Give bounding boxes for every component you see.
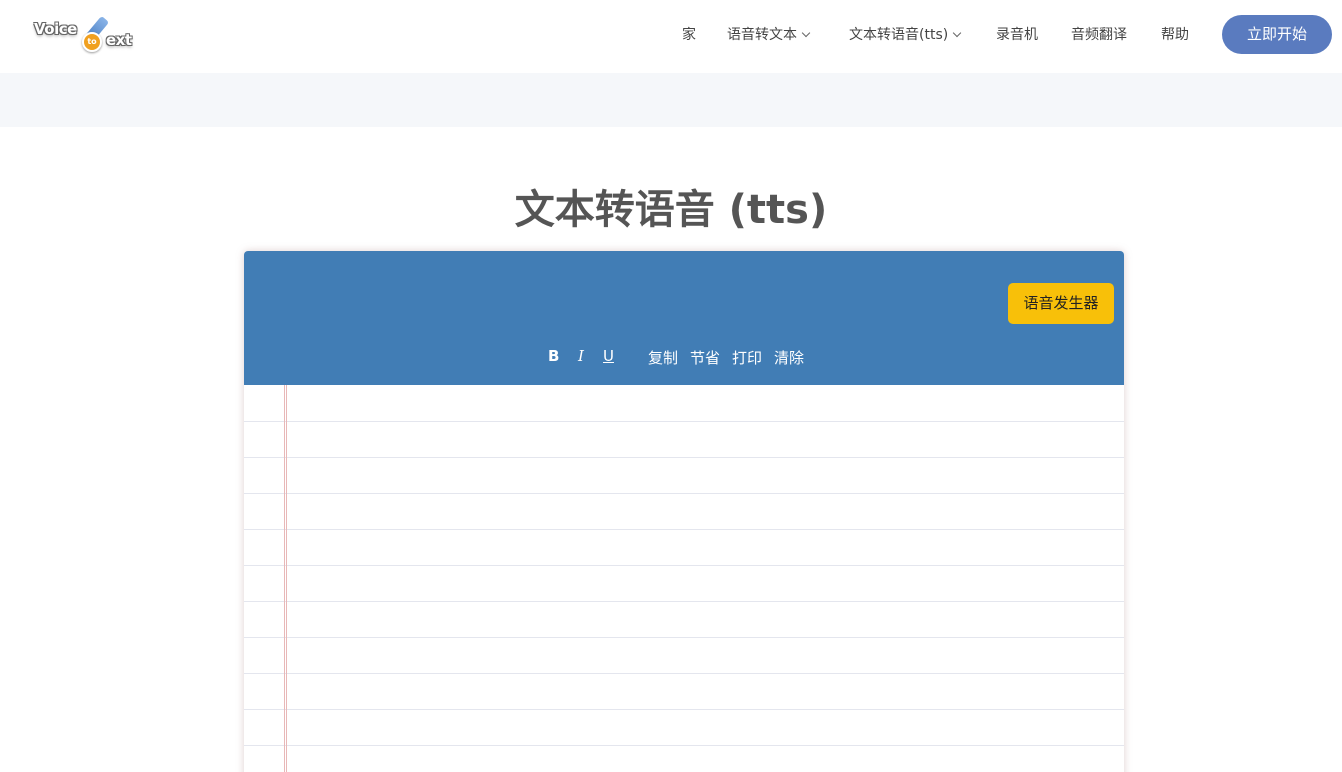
top-navbar: Voice to ext 家 语音转文本 文本转语音(tts) 录音机 音频翻译… [0, 0, 1342, 73]
italic-button[interactable]: I [578, 347, 584, 365]
editor-toolbar: 语音发生器 B I U 复制 节省 打印 清除 [244, 251, 1124, 385]
notebook-margin-line [284, 385, 287, 772]
logo-badge: to [82, 32, 102, 52]
nav-item-recorder[interactable]: 录音机 [996, 24, 1038, 44]
logo-word-ext: ext [106, 31, 132, 49]
text-area[interactable] [244, 385, 1124, 772]
nav-item-home[interactable]: 家 [682, 24, 696, 44]
copy-button[interactable]: 复制 [648, 347, 678, 368]
nav-item-help[interactable]: 帮助 [1161, 24, 1189, 44]
nav-item-label: 语音转文本 [727, 27, 797, 43]
clear-button[interactable]: 清除 [774, 347, 804, 368]
underline-button[interactable]: U [603, 347, 614, 365]
chevron-down-icon [801, 28, 811, 38]
nav-item-audio-translate[interactable]: 音频翻译 [1071, 24, 1127, 44]
logo-word-voice: Voice [34, 20, 77, 38]
start-now-button[interactable]: 立即开始 [1222, 15, 1332, 54]
nav-item-speech-to-text[interactable]: 语音转文本 [727, 24, 811, 44]
bold-button[interactable]: B [548, 347, 559, 365]
voice-generator-button[interactable]: 语音发生器 [1008, 283, 1114, 324]
site-logo[interactable]: Voice to ext [34, 14, 138, 56]
print-button[interactable]: 打印 [732, 347, 762, 368]
page-title: 文本转语音 (tts) [514, 187, 828, 233]
chevron-down-icon [952, 28, 962, 38]
tts-editor: 语音发生器 B I U 复制 节省 打印 清除 [244, 251, 1124, 772]
save-button[interactable]: 节省 [690, 347, 720, 368]
nav-item-text-to-speech[interactable]: 文本转语音(tts) [849, 24, 962, 44]
hero-band [0, 73, 1342, 127]
nav-item-label: 文本转语音(tts) [849, 27, 949, 43]
